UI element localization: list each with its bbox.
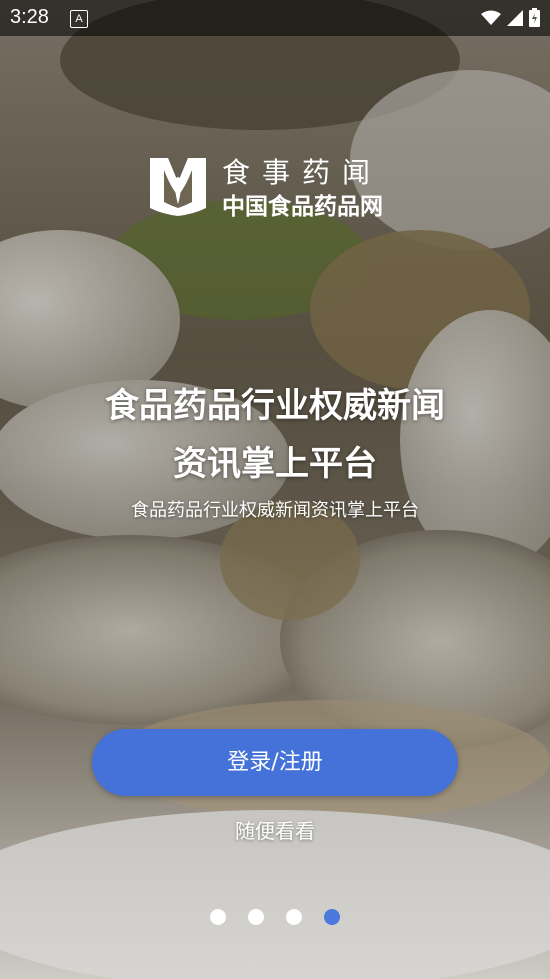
subheadline: 食品药品行业权威新闻资讯掌上平台 (131, 500, 419, 521)
signal-icon (507, 9, 523, 26)
page-dot-3[interactable] (286, 909, 302, 925)
brand-logo-icon: 食事药闻 中国食品药品网 (150, 156, 383, 220)
notification-a-icon: A (70, 10, 88, 28)
logo-subtitle: 中国食品药品网 (222, 193, 383, 220)
login-register-button[interactable]: 登录/注册 (92, 729, 458, 796)
system-icons (481, 8, 540, 27)
headline-line2: 资讯掌上平台 (173, 444, 377, 484)
page-dot-2[interactable] (248, 909, 264, 925)
wifi-icon (481, 10, 501, 25)
status-bar: 3:28 A (0, 0, 550, 36)
app-logo: 食事药闻 中国食品药品网 (148, 152, 410, 222)
page-indicator (0, 909, 550, 925)
page-dot-1[interactable] (210, 909, 226, 925)
splash-screen: 3:28 A 食事药闻 中国食品药品网 食品药品行业权威新闻 资讯掌上平台 食品… (0, 0, 550, 979)
status-time: 3:28 (10, 6, 49, 28)
logo-title: 食事药闻 (222, 156, 382, 189)
headline-line1: 食品药品行业权威新闻 (105, 386, 445, 426)
page-dot-4-active[interactable] (324, 909, 340, 925)
browse-as-guest-link[interactable]: 随便看看 (0, 815, 550, 844)
battery-icon (529, 8, 540, 27)
